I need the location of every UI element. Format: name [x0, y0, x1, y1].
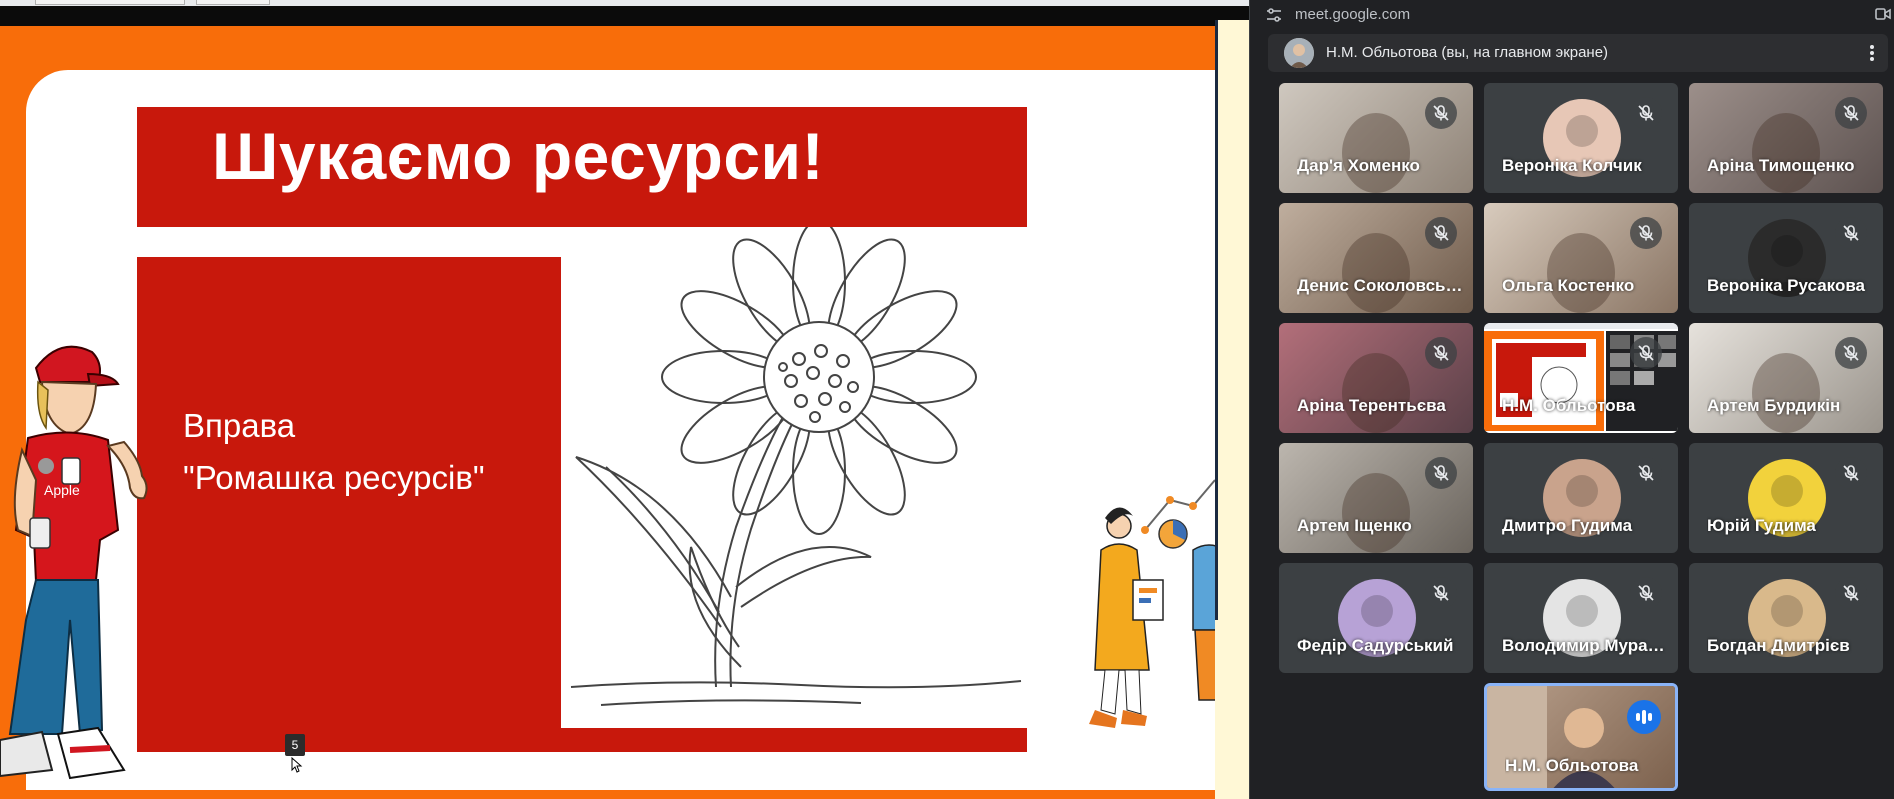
chamomile-flower-drawing: [570, 227, 1022, 706]
slide-bottom-band: [137, 728, 1027, 752]
mic-muted-icon: [1835, 217, 1867, 249]
screen: Шукаємо ресурси! Вправа "Ромашка ресурсі…: [0, 0, 1894, 799]
participant-name: Вероніка Русакова: [1707, 276, 1866, 295]
mic-muted-icon: [1835, 337, 1867, 369]
exercise-name: "Ромашка ресурсів": [183, 459, 485, 496]
participant-name: Денис Соколовський: [1297, 276, 1465, 295]
mic-muted-icon: [1630, 457, 1662, 489]
participant-name: Ольга Костенко: [1502, 276, 1635, 295]
self-view-label: Н.М. Обльотова (вы, на главном экране): [1326, 44, 1609, 61]
participant-tile[interactable]: Богдан Дмитрієв: [1689, 563, 1883, 673]
mic-muted-icon: [1425, 337, 1457, 369]
speaking-indicator-icon: [1627, 700, 1661, 734]
participant-tile[interactable]: Артем Іщенко: [1279, 443, 1473, 553]
participant-tile[interactable]: Дар'я Хоменко: [1279, 83, 1473, 193]
participant-tile[interactable]: Вероніка Колчик: [1484, 83, 1678, 193]
mic-muted-icon: [1630, 217, 1662, 249]
participant-name: Федір Садурський: [1297, 636, 1454, 655]
mic-muted-icon: [1835, 457, 1867, 489]
participant-tile[interactable]: Вероніка Русакова: [1689, 203, 1883, 313]
mic-muted-icon: [1835, 97, 1867, 129]
window-border: [1215, 20, 1218, 620]
speaker-name: Н.М. Обльотова: [1505, 756, 1639, 775]
active-speaker-tile[interactable]: Н.М. Обльотова: [1484, 683, 1678, 791]
participant-name: Аріна Терентьєва: [1297, 396, 1446, 415]
participant-name: Богдан Дмитрієв: [1707, 636, 1850, 655]
address-row: meet.google.com: [1250, 0, 1894, 30]
participant-tile[interactable]: Федір Садурський: [1279, 563, 1473, 673]
participant-name: Юрій Гудима: [1707, 516, 1816, 535]
participant-tile[interactable]: Денис Соколовський: [1279, 203, 1473, 313]
mic-muted-icon: [1425, 457, 1457, 489]
mic-muted-icon: [1630, 337, 1662, 369]
shared-slide-area: Шукаємо ресурси! Вправа "Ромашка ресурсі…: [0, 0, 1249, 799]
mic-muted-icon: [1630, 97, 1662, 129]
mascot-shirt-text: Apple: [44, 482, 80, 498]
participant-tile[interactable]: Аріна Терентьєва: [1279, 323, 1473, 433]
slide-number-badge: 5: [285, 734, 305, 756]
mic-muted-icon: [1425, 97, 1457, 129]
mic-muted-icon: [1425, 577, 1457, 609]
participant-tile[interactable]: Н.М. Обльотова: [1484, 323, 1678, 433]
background-window-edge: [1215, 20, 1249, 799]
toolbar-field[interactable]: [35, 0, 185, 5]
participant-tile[interactable]: Ольга Костенко: [1484, 203, 1678, 313]
mic-muted-icon: [1425, 217, 1457, 249]
participant-name: Артем Бурдикін: [1707, 396, 1841, 415]
participant-tile[interactable]: Юрій Гудима: [1689, 443, 1883, 553]
participant-name: Н.М. Обльотова: [1502, 396, 1636, 415]
participant-name: Аріна Тимощенко: [1707, 156, 1855, 175]
participant-name: Вероніка Колчик: [1502, 156, 1642, 175]
url-text[interactable]: meet.google.com: [1295, 5, 1410, 25]
mouse-cursor-icon: [291, 757, 303, 773]
participant-tile[interactable]: Аріна Тимощенко: [1689, 83, 1883, 193]
exercise-label: Вправа: [183, 407, 296, 444]
participant-tile[interactable]: Артем Бурдикін: [1689, 323, 1883, 433]
more-options-icon[interactable]: [1862, 43, 1882, 63]
meet-side-panel: meet.google.com Н.М. Обльотова (вы, на г…: [1249, 0, 1894, 799]
participant-name: Дар'я Хоменко: [1297, 156, 1420, 175]
toolbar-field[interactable]: [196, 0, 270, 5]
mascot-character-illustration: Apple: [0, 345, 148, 780]
participant-name: Дмитро Гудима: [1502, 516, 1633, 535]
mic-muted-icon: [1630, 577, 1662, 609]
site-settings-icon[interactable]: [1266, 7, 1282, 23]
analyst-illustration: [1089, 479, 1225, 728]
self-avatar: [1284, 38, 1314, 68]
mic-muted-icon: [1835, 577, 1867, 609]
slide-title: Шукаємо ресурси!: [212, 119, 825, 193]
participant-name: Володимир Муравйов: [1502, 636, 1670, 655]
window-frame-bar: [0, 6, 1249, 26]
camera-icon[interactable]: [1875, 6, 1891, 22]
participant-tile[interactable]: Дмитро Гудима: [1484, 443, 1678, 553]
participant-tile[interactable]: Володимир Муравйов: [1484, 563, 1678, 673]
self-view-row[interactable]: Н.М. Обльотова (вы, на главном экране): [1268, 34, 1888, 72]
participant-name: Артем Іщенко: [1297, 516, 1412, 535]
